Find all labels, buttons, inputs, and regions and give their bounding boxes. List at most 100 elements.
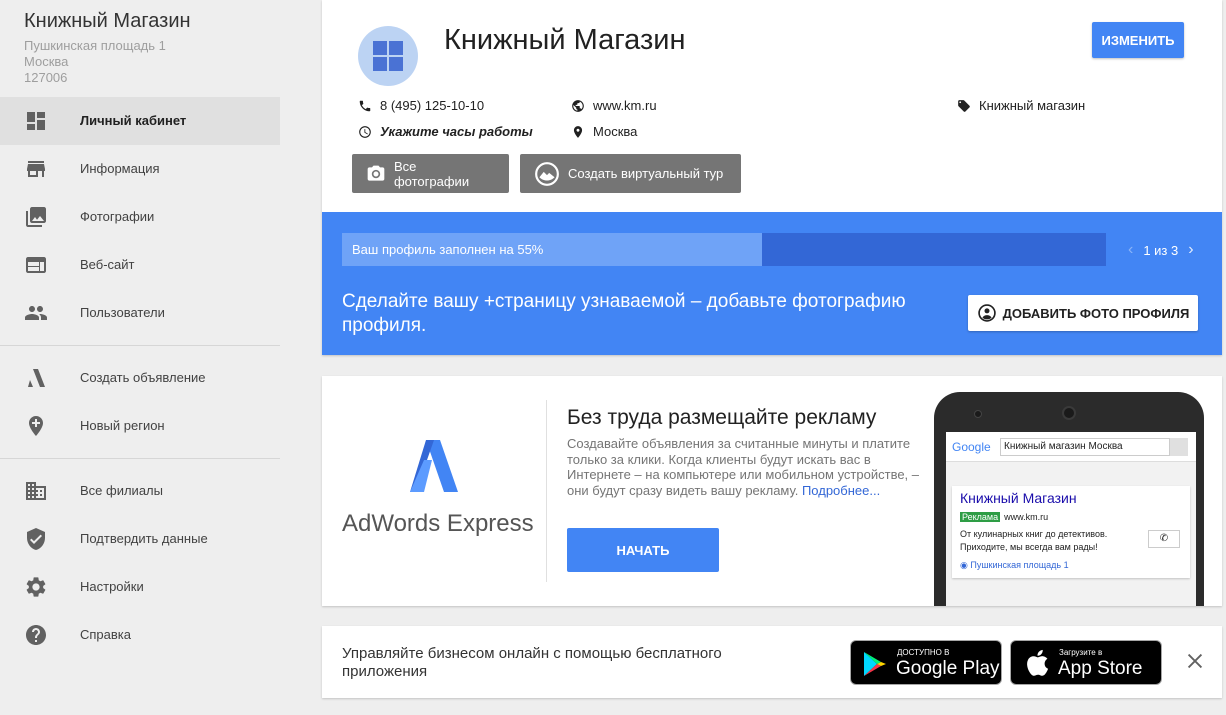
phone-speaker <box>1062 406 1076 420</box>
page-title: Книжный Магазин <box>444 24 686 56</box>
chevron-right-icon[interactable]: › <box>1188 241 1193 259</box>
profile-tip-message: Сделайте вашу +страницу узнаваемой – доб… <box>342 291 906 336</box>
chevron-left-icon[interactable]: ‹ <box>1128 241 1133 259</box>
tip-pager: ‹ 1 из 3 › <box>1118 241 1204 259</box>
virtual-tour-button[interactable]: Создать виртуальный тур <box>520 154 741 193</box>
shield-check-icon <box>27 528 45 550</box>
sidebar-item-create-ad[interactable]: Создать объявление <box>0 354 280 402</box>
business-address: Пушкинская площадь 1 Москва 127006 <box>24 38 166 86</box>
pager-text: 1 из 3 <box>1143 242 1179 258</box>
add-profile-photo-button[interactable]: ДОБАВИТЬ ФОТО ПРОФИЛЯ <box>968 295 1198 331</box>
phone-icon: ✆ <box>1148 530 1180 548</box>
sidebar-item-label: Фотографии <box>80 209 155 224</box>
search-icon <box>1170 438 1188 456</box>
globe-icon <box>572 99 584 112</box>
start-button[interactable]: НАЧАТЬ <box>567 528 719 572</box>
app-store-badge[interactable]: Загрузите в App Store <box>1010 640 1162 685</box>
app-store-big-text: App Store <box>1058 658 1143 679</box>
category-info: Книжный магазин <box>957 98 1085 113</box>
google-play-big-text: Google Play <box>896 658 1000 679</box>
google-logo: Google <box>952 440 991 454</box>
hours-prompt[interactable]: Укажите часы работы <box>358 124 533 139</box>
app-banner-text: Управляйте бизнесом онлайн с помощью бес… <box>342 645 722 680</box>
panorama-icon <box>535 161 559 186</box>
address-line1: Пушкинская площадь 1 <box>24 38 166 53</box>
apple-icon <box>1027 649 1049 676</box>
mock-result-url: www.km.ru <box>1004 512 1049 522</box>
phone-screen: Google Книжный магазин Москва Книжный Ма… <box>946 432 1196 606</box>
all-photos-button[interactable]: Все фотографии <box>352 154 509 193</box>
sidebar-divider <box>0 345 280 346</box>
business-name: Книжный Магазин <box>24 10 191 32</box>
adwords-description: Создавайте объявления за считанные минут… <box>567 436 922 498</box>
virtual-tour-label: Создать виртуальный тур <box>568 166 724 181</box>
mock-result-address: ◉ Пушкинская площадь 1 <box>960 560 1069 570</box>
sidebar-item-users[interactable]: Пользователи <box>0 289 280 337</box>
sidebar-item-verify[interactable]: Подтвердить данные <box>0 515 280 563</box>
sidebar-item-label: Веб-сайт <box>80 257 135 272</box>
sidebar-item-settings[interactable]: Настройки <box>0 563 280 611</box>
mock-result-title: Книжный Магазин <box>960 490 1077 506</box>
gear-icon <box>26 577 46 597</box>
location-pin-icon <box>573 125 583 138</box>
tag-icon <box>958 99 970 112</box>
profile-progress-text: Ваш профиль заполнен на 55% <box>352 242 544 257</box>
sidebar-item-label: Пользователи <box>80 305 165 320</box>
sidebar-item-label: Справка <box>80 627 131 642</box>
more-link[interactable]: Подробнее... <box>802 483 880 498</box>
sidebar-item-website[interactable]: Веб-сайт <box>0 241 280 289</box>
store-icon <box>27 161 45 177</box>
sidebar-item-label: Личный кабинет <box>80 113 187 128</box>
sidebar-item-label: Все филиалы <box>80 483 163 498</box>
clock-icon <box>359 125 371 138</box>
close-icon[interactable] <box>1184 650 1206 672</box>
add-location-icon <box>29 416 43 436</box>
phone-icon <box>359 100 371 111</box>
mock-result-text: От кулинарных книг до детективов. Приход… <box>960 529 1108 552</box>
sidebar-item-label: Создать объявление <box>80 370 206 385</box>
adwords-promo-card: AdWords Express Без труда размещайте рек… <box>322 376 1222 606</box>
users-icon <box>25 306 47 320</box>
sidebar-item-all-branches[interactable]: Все филиалы <box>0 467 280 515</box>
business-avatar[interactable] <box>358 26 418 86</box>
adwords-brand: AdWords Express <box>342 510 534 537</box>
sidebar: Книжный Магазин Пушкинская площадь 1 Мос… <box>0 0 280 715</box>
sidebar-item-help[interactable]: Справка <box>0 611 280 659</box>
phone-info: 8 (495) 125-10-10 <box>358 98 484 113</box>
hours-prompt-text: Укажите часы работы <box>380 124 533 139</box>
app-store-small-text: Загрузите в <box>1059 648 1103 657</box>
phone-number: 8 (495) 125-10-10 <box>380 98 485 113</box>
business-header-card: Книжный Магазин ИЗМЕНИТЬ 8 (495) 125-10-… <box>322 0 1222 355</box>
profile-progress-bar: Ваш профиль заполнен на 55% <box>342 233 1106 266</box>
sidebar-item-label: Новый регион <box>80 418 165 433</box>
sidebar-item-new-region[interactable]: Новый регион <box>0 402 280 450</box>
help-icon <box>26 625 46 645</box>
google-play-small-text: ДОСТУПНО В <box>897 648 950 657</box>
business-logo-icon <box>373 41 403 71</box>
edit-button[interactable]: ИЗМЕНИТЬ <box>1092 22 1184 58</box>
website-url: www.km.ru <box>593 98 657 113</box>
mock-search-bar: Google Книжный магазин Москва <box>946 432 1196 462</box>
address-line2: Москва <box>24 54 69 69</box>
sidebar-item-dashboard[interactable]: Личный кабинет <box>0 97 280 145</box>
google-play-badge[interactable]: ДОСТУПНО В Google Play <box>850 640 1002 685</box>
building-icon <box>26 482 46 500</box>
sidebar-item-label: Подтвердить данные <box>80 531 208 546</box>
adwords-icon <box>28 369 45 387</box>
website-icon <box>26 257 46 273</box>
sidebar-item-info[interactable]: Информация <box>0 145 280 193</box>
add-photo-label: ДОБАВИТЬ ФОТО ПРОФИЛЯ <box>1002 305 1190 321</box>
sidebar-item-label: Настройки <box>80 579 144 594</box>
adwords-divider <box>546 400 547 582</box>
profile-completion-panel: Ваш профиль заполнен на 55% ‹ 1 из 3 › С… <box>322 212 1222 355</box>
mock-ad-result: Книжный Магазин Реклама www.km.ru От кул… <box>952 486 1190 578</box>
phone-mockup: Google Книжный магазин Москва Книжный Ма… <box>934 392 1204 606</box>
sidebar-divider <box>0 458 280 459</box>
website-info[interactable]: www.km.ru <box>571 98 657 113</box>
mock-result-url-line: Реклама www.km.ru <box>960 512 1048 522</box>
phone-camera <box>974 410 982 418</box>
ad-badge: Реклама <box>960 512 1001 522</box>
sidebar-item-photos[interactable]: Фотографии <box>0 193 280 241</box>
business-category: Книжный магазин <box>979 98 1086 113</box>
all-photos-label: Все фотографии <box>393 158 470 189</box>
